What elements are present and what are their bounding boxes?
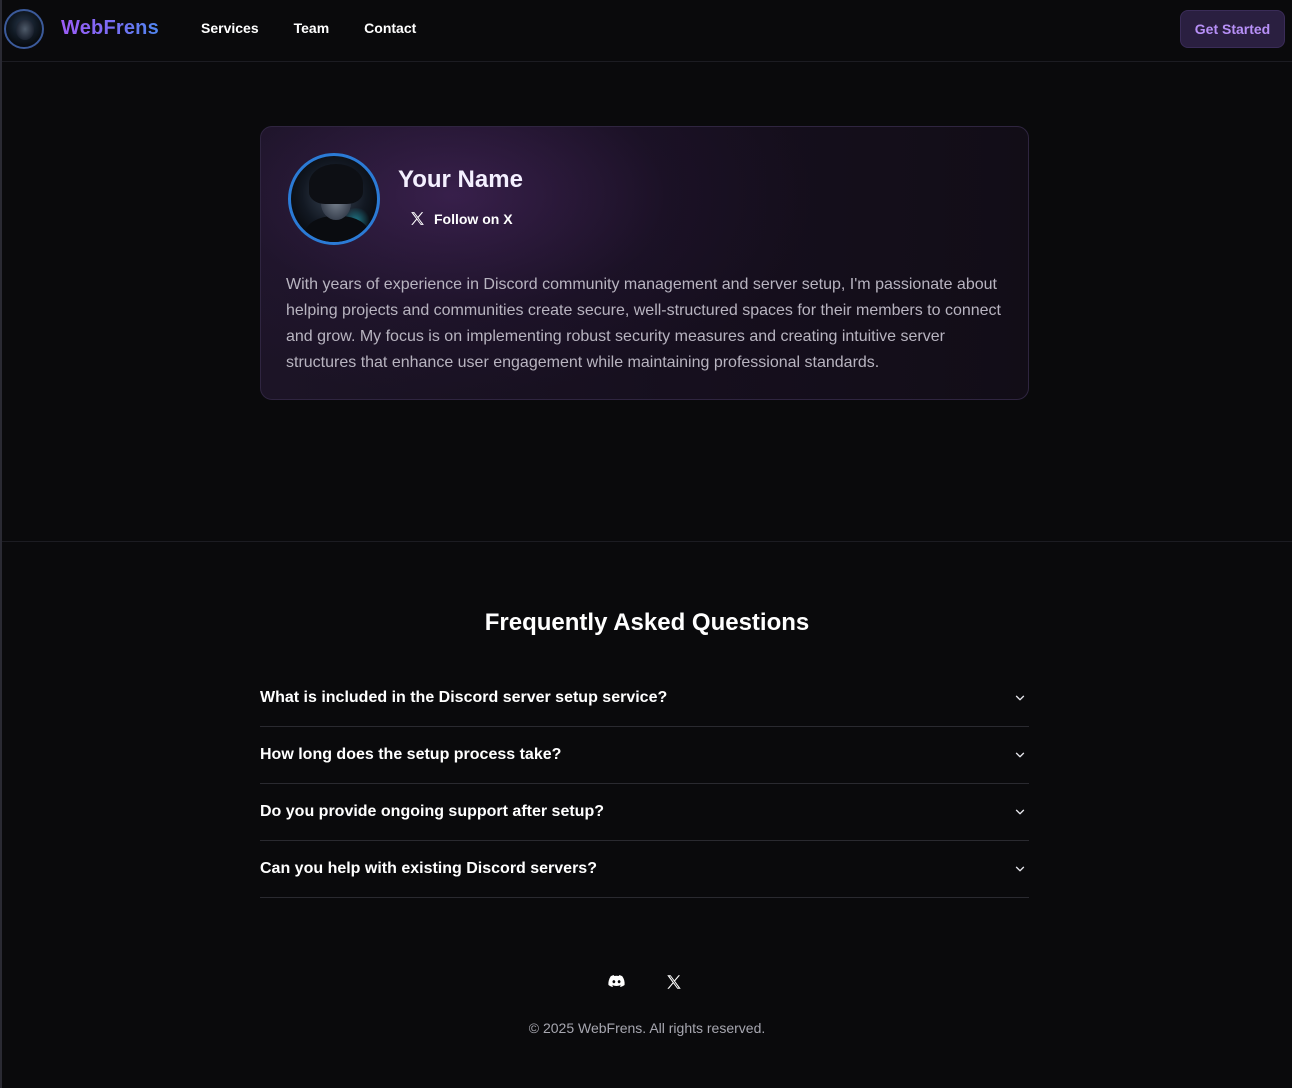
faq-question: What is included in the Discord server s…: [260, 689, 668, 706]
faq-item[interactable]: How long does the setup process take?: [260, 727, 1029, 784]
chevron-down-icon: [1015, 752, 1025, 758]
faq-question: Do you provide ongoing support after set…: [260, 803, 604, 820]
discord-icon[interactable]: [607, 972, 626, 991]
chevron-down-icon: [1015, 809, 1025, 815]
x-icon[interactable]: [664, 972, 683, 991]
chevron-down-icon: [1015, 866, 1025, 872]
logo-avatar[interactable]: [4, 9, 44, 49]
nav-link-team[interactable]: Team: [294, 20, 330, 36]
faq-question: Can you help with existing Discord serve…: [260, 860, 597, 877]
faq-list: What is included in the Discord server s…: [260, 670, 1029, 898]
profile-card: Your Name Follow on X With years of expe…: [260, 126, 1029, 400]
nav-link-contact[interactable]: Contact: [364, 20, 416, 36]
faq-item[interactable]: What is included in the Discord server s…: [260, 670, 1029, 727]
section-divider: [2, 541, 1292, 542]
follow-on-x-link[interactable]: Follow on X: [409, 210, 513, 227]
chevron-down-icon: [1015, 695, 1025, 701]
x-icon: [411, 212, 424, 225]
brand-name[interactable]: WebFrens: [61, 17, 159, 40]
footer-social-links: [607, 972, 683, 991]
get-started-button[interactable]: Get Started: [1180, 10, 1285, 48]
faq-title: Frequently Asked Questions: [484, 609, 810, 636]
follow-label: Follow on X: [434, 210, 513, 227]
nav-links: Services Team Contact: [201, 20, 416, 36]
nav-link-services[interactable]: Services: [201, 20, 259, 36]
copyright-text: © 2025 WebFrens. All rights reserved.: [528, 1020, 766, 1036]
profile-avatar: [288, 153, 380, 245]
profile-bio: With years of experience in Discord comm…: [286, 276, 1001, 371]
profile-name: Your Name: [398, 166, 523, 193]
faq-question: How long does the setup process take?: [260, 746, 562, 763]
navbar: WebFrens Services Team Contact Get Start…: [2, 0, 1292, 62]
faq-item[interactable]: Do you provide ongoing support after set…: [260, 784, 1029, 841]
faq-item[interactable]: Can you help with existing Discord serve…: [260, 841, 1029, 898]
